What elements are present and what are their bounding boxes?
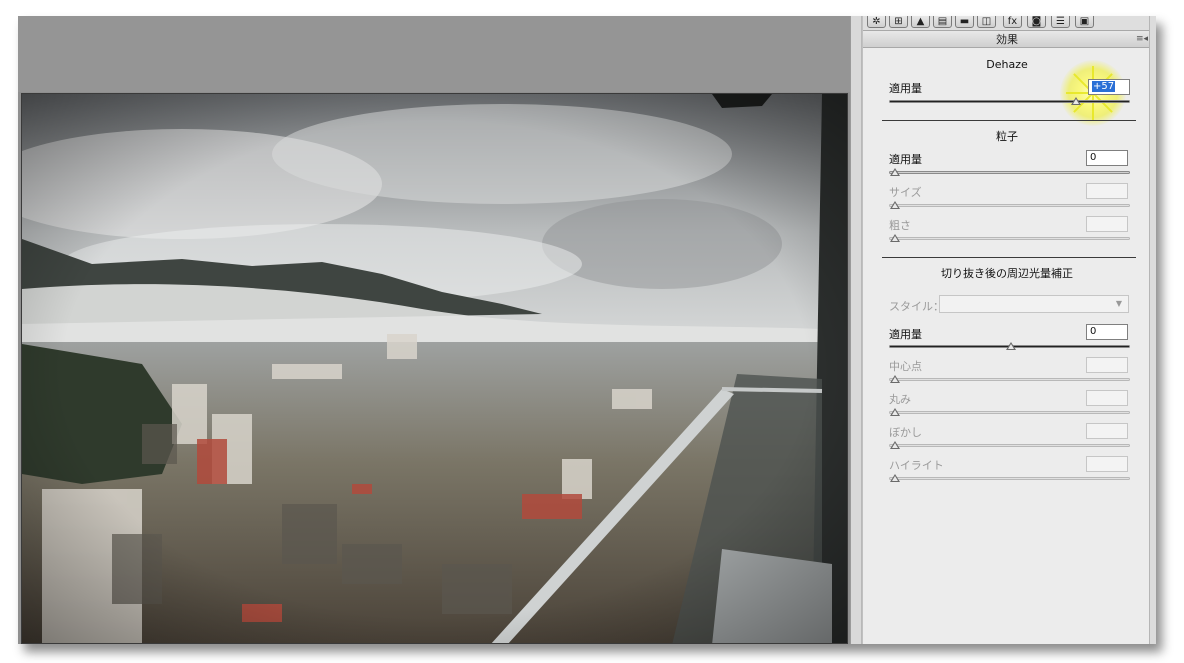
vignette-amount-label: 適用量 [889,328,922,341]
separator [882,257,1136,258]
vignette-title: 切り抜き後の周辺光量補正 [941,267,1073,280]
dehaze-amount-fill [890,101,1129,102]
panel-header: 効果 ≡◂ [863,30,1151,48]
vignette-highlights-label: ハイライト [889,459,944,472]
panel-title: 効果 [996,33,1018,46]
vignette-amount-field[interactable]: 0 [1086,324,1128,340]
grain-roughness-thumb [890,234,900,242]
grain-size-thumb [890,201,900,209]
vignette-highlights-thumb [890,474,900,482]
grain-roughness-label: 粗さ [889,219,911,232]
grain-roughness-slider [889,234,1130,242]
vignette-feather-field [1086,423,1128,439]
grain-size-field [1086,183,1128,199]
vignette-midpoint-slider [889,375,1130,383]
aperture-icon[interactable]: ✲ [867,16,886,28]
vignette-roundness-slider [889,408,1130,416]
panel-divider[interactable] [850,16,862,644]
dehaze-amount-slider[interactable] [889,97,1130,105]
grain-roughness-field [1086,216,1128,232]
grain-amount-slider[interactable] [889,168,1130,176]
preset-icon[interactable]: ☰ [1051,16,1070,28]
vignette-midpoint-label: 中心点 [889,360,922,373]
grain-size-slider [889,201,1130,209]
canvas-background [18,16,856,92]
vignette-highlights-field [1086,456,1128,472]
photo-preview [21,93,848,644]
dehaze-title: Dehaze [986,58,1028,71]
vignette-roundness-thumb [890,408,900,416]
grain-amount-label: 適用量 [889,153,922,166]
snapshot-icon[interactable]: ▣ [1075,16,1094,28]
bar-icon[interactable]: ▬ [955,16,974,28]
separator [882,120,1136,121]
vignette-feather-label: ぼかし [889,426,922,439]
camera-icon[interactable]: ◙ [1027,16,1046,28]
dehaze-amount-thumb[interactable] [1071,97,1081,105]
vignette-amount-slider[interactable] [889,342,1130,350]
vignette-style-label: スタイル： [889,300,944,313]
grain-size-label: サイズ [889,186,922,199]
vignette-midpoint-thumb [890,375,900,383]
panel-tabs: ✲ ⊞ ▲ ▤ ▬ ◫ fx ◙ ☰ ▣ [863,16,1151,30]
lens-icon[interactable]: ◫ [977,16,996,28]
chevron-down-icon: ▼ [1115,299,1122,308]
fx-icon[interactable]: fx [1003,16,1022,28]
histogram-icon[interactable]: ⊞ [889,16,908,28]
grain-amount-thumb[interactable] [890,168,900,176]
vignette-roundness-label: 丸み [889,393,911,406]
split-tone-icon[interactable]: ▤ [933,16,952,28]
vignette-highlights-slider [889,474,1130,482]
vignette-feather-slider [889,441,1130,449]
mountain-icon[interactable]: ▲ [911,16,930,28]
dehaze-amount-field[interactable]: +57 [1088,79,1130,95]
grain-amount-field[interactable]: 0 [1086,150,1128,166]
dehaze-amount-label: 適用量 [889,82,922,95]
panel-scrollbar[interactable] [1149,16,1156,644]
effects-panel: ✲ ⊞ ▲ ▤ ▬ ◫ fx ◙ ☰ ▣ 効果 ≡◂ Dehaze 適用量 +5… [862,16,1156,644]
panel-menu-icon[interactable]: ≡◂ [1136,31,1148,48]
dehaze-amount-value: +57 [1092,81,1116,92]
vignette-style-select: ▼ [939,295,1129,313]
app-window: ✲ ⊞ ▲ ▤ ▬ ◫ fx ◙ ☰ ▣ 効果 ≡◂ Dehaze 適用量 +5… [18,16,1156,644]
grain-title: 粒子 [996,130,1018,143]
vignette-roundness-field [1086,390,1128,406]
vignette-feather-thumb [890,441,900,449]
vignette-midpoint-field [1086,357,1128,373]
vignette-amount-thumb[interactable] [1006,342,1016,350]
